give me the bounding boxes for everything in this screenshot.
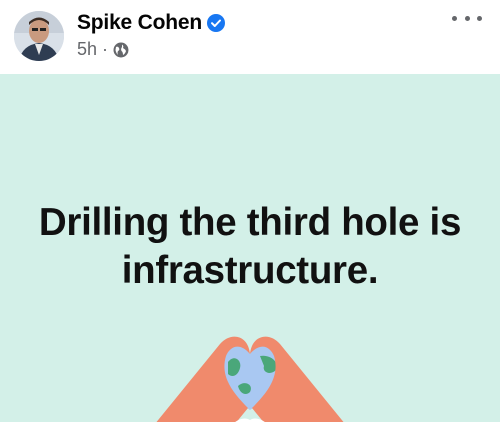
post-image[interactable]: Drilling the third hole is infrastructur… bbox=[0, 74, 500, 422]
author-name-text[interactable]: Spike Cohen bbox=[77, 11, 202, 35]
meta-separator: · bbox=[102, 39, 109, 59]
post-meta: 5h · bbox=[77, 39, 129, 60]
hands-heart-globe-icon bbox=[156, 336, 344, 422]
avatar-photo bbox=[14, 11, 64, 61]
more-options-icon-dot bbox=[464, 15, 470, 21]
more-options-button[interactable] bbox=[452, 10, 482, 26]
post-header: Spike Cohen 5h · bbox=[0, 0, 500, 74]
caption-line-1: Drilling the third hole is bbox=[38, 201, 462, 244]
verified-badge-icon bbox=[207, 14, 225, 32]
image-caption: Drilling the third hole is infrastructur… bbox=[0, 199, 500, 295]
caption-line-2: infrastructure. bbox=[121, 249, 379, 292]
author-name[interactable]: Spike Cohen bbox=[77, 11, 225, 35]
globe-icon[interactable] bbox=[113, 42, 129, 58]
more-options-icon-dot bbox=[452, 15, 457, 21]
more-options-icon-dot bbox=[477, 15, 482, 21]
avatar[interactable] bbox=[14, 11, 64, 61]
post-timestamp[interactable]: 5h bbox=[77, 39, 97, 60]
